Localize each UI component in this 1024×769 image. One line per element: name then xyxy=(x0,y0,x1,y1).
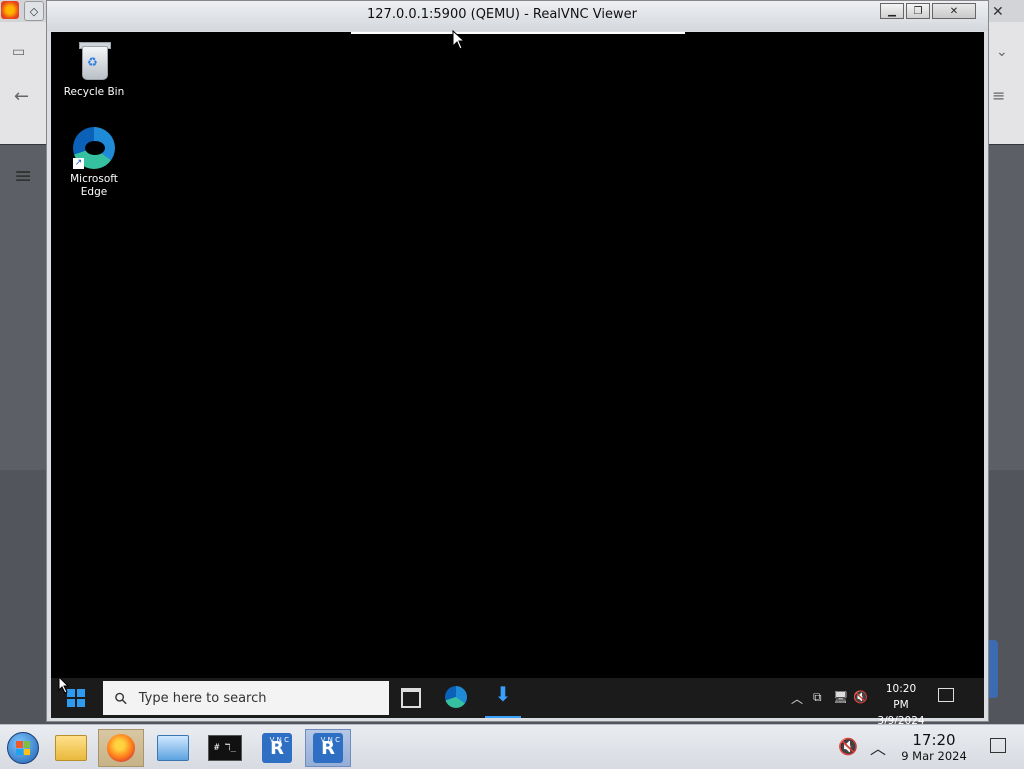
hamburger-menu-icon[interactable]: ≡ xyxy=(14,164,32,189)
desktop-icon-recycle-bin[interactable]: ♻ Recycle Bin xyxy=(49,40,139,99)
remote-desktop-screen[interactable]: ♻ Recycle Bin ↗ Microsoft Edge ⚲ Type he… xyxy=(49,32,984,727)
guest-clock-time: 10:20 PM xyxy=(885,683,917,711)
firefox-taskbar-button[interactable] xyxy=(98,729,144,767)
host-close-icon[interactable]: ✕ xyxy=(992,4,1004,20)
realvnc-taskbar-button-active[interactable]: RV N C xyxy=(305,729,351,767)
realvnc-taskbar-button[interactable]: RV N C xyxy=(254,729,300,767)
taskbar-edge-icon[interactable] xyxy=(445,686,467,708)
desktop-icon-label: Microsoft Edge xyxy=(70,173,118,198)
volume-muted-icon[interactable]: 🔇 xyxy=(853,690,868,704)
settings-monitor-icon xyxy=(157,735,189,761)
edge-icon: ↗ xyxy=(73,127,115,169)
download-icon[interactable]: ⬇ xyxy=(491,682,515,714)
realvnc-icon: RV N C xyxy=(262,733,292,763)
close-button[interactable]: ✕ xyxy=(932,3,976,19)
back-arrow-icon[interactable]: ← xyxy=(14,86,29,107)
tab-overview-icon[interactable]: ▭ xyxy=(12,44,25,60)
mouse-cursor-icon xyxy=(452,30,466,50)
vnc-viewer-window[interactable]: 127.0.0.1:5900 (QEMU) - RealVNC Viewer ▁… xyxy=(46,0,989,727)
desktop-icon-label: Recycle Bin xyxy=(63,86,125,98)
file-manager-button[interactable] xyxy=(48,729,94,767)
shortcut-arrow-icon: ↗ xyxy=(73,158,84,169)
window-title: 127.0.0.1:5900 (QEMU) - RealVNC Viewer xyxy=(367,7,637,22)
firefox-taskbar-icon xyxy=(107,734,135,762)
volume-muted-icon[interactable]: 🔇 xyxy=(838,737,858,756)
show-desktop-icon[interactable] xyxy=(990,738,1006,753)
terminal-icon: # ℸ_ xyxy=(208,735,242,761)
chevron-down-icon[interactable]: ⌄ xyxy=(996,44,1008,60)
recycle-bin-icon: ♻ xyxy=(73,40,115,82)
maximize-button[interactable]: ❐ xyxy=(906,3,930,19)
chevron-up-icon[interactable]: ︿ xyxy=(870,735,886,759)
active-app-indicator xyxy=(485,716,521,718)
vnc-toolbar-indicator[interactable] xyxy=(351,32,685,34)
network-icon[interactable]: 🖥 xyxy=(833,690,848,704)
guest-mouse-cursor-icon xyxy=(58,676,70,694)
host-start-button[interactable] xyxy=(0,729,46,767)
host-clock-date: 9 Mar 2024 xyxy=(901,749,967,763)
vnc-titlebar[interactable]: 127.0.0.1:5900 (QEMU) - RealVNC Viewer ▁… xyxy=(47,1,988,31)
guest-taskbar: ⚲ Type here to search ⬇ ︿ ⧉ 🖥 🔇 10:20 PM… xyxy=(51,678,984,727)
terminal-button[interactable]: # ℸ_ xyxy=(202,729,248,767)
host-taskbar: # ℸ_ RV N C RV N C 🔇 ︿ 17:20 9 Mar 2024 xyxy=(0,724,1024,769)
chevron-up-icon[interactable]: ︿ xyxy=(791,690,803,707)
notification-icon[interactable] xyxy=(938,688,954,702)
task-view-icon[interactable] xyxy=(401,688,421,708)
host-clock[interactable]: 17:20 9 Mar 2024 xyxy=(896,731,972,764)
realvnc-icon-2: RV N C xyxy=(313,733,343,763)
guest-clock[interactable]: 10:20 PM 3/9/2024 xyxy=(877,681,925,729)
diamond-icon[interactable]: ◇ xyxy=(24,1,44,21)
desktop-icon-microsoft-edge[interactable]: ↗ Microsoft Edge xyxy=(49,127,139,199)
search-box[interactable]: ⚲ Type here to search xyxy=(103,681,389,715)
folder-icon xyxy=(55,735,87,761)
windows-orb-icon xyxy=(7,732,39,764)
search-placeholder: Type here to search xyxy=(138,690,267,706)
system-settings-button[interactable] xyxy=(150,729,196,767)
search-icon: ⚲ xyxy=(109,687,132,709)
minimize-button[interactable]: ▁ xyxy=(880,3,904,19)
app-menu-icon[interactable]: ≡ xyxy=(992,86,1005,105)
host-clock-time: 17:20 xyxy=(912,731,956,749)
firefox-icon[interactable] xyxy=(1,1,19,19)
meet-now-icon[interactable]: ⧉ xyxy=(813,690,822,705)
